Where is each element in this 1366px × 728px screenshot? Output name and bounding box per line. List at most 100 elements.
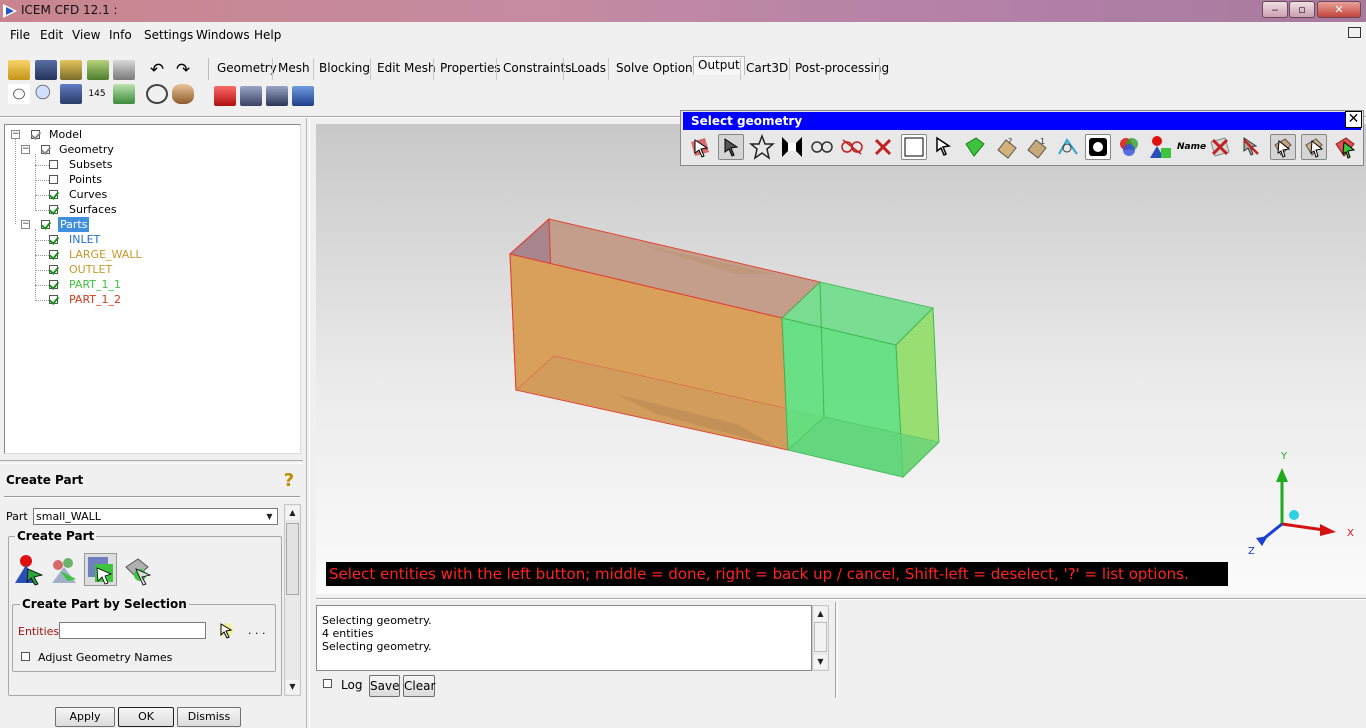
select-nothing-icon[interactable] <box>839 134 865 160</box>
select-by-part-icon[interactable] <box>1147 134 1173 160</box>
zoom-box-icon[interactable] <box>34 84 56 104</box>
select-surfaces-icon[interactable] <box>962 134 988 160</box>
select-curves-icon[interactable]: 1 <box>1024 134 1050 160</box>
select-all-icon[interactable] <box>779 134 805 160</box>
geometry-checkbox[interactable] <box>41 145 50 154</box>
wireframe-icon[interactable] <box>146 84 168 104</box>
panel-scrollbar[interactable]: ▲ ▼ <box>284 504 301 696</box>
message-console[interactable]: Selecting geometry. 4 entities Selecting… <box>316 605 812 671</box>
select-edges-icon[interactable] <box>1332 134 1358 160</box>
select-items-icon[interactable] <box>687 134 713 160</box>
surfaces-checkbox[interactable] <box>49 205 58 214</box>
ok-button[interactable]: OK <box>118 707 174 727</box>
scroll-down-icon[interactable]: ▼ <box>286 680 299 694</box>
tree-node-surfaces[interactable]: Surfaces <box>69 202 117 217</box>
polygon-select-icon[interactable] <box>931 134 957 160</box>
select-by-name-icon[interactable] <box>718 134 744 160</box>
chevron-down-icon[interactable]: ▼ <box>263 510 276 523</box>
measure-icon[interactable] <box>60 84 82 104</box>
curves-checkbox[interactable] <box>49 190 58 199</box>
collapse-model-icon[interactable]: − <box>11 130 20 139</box>
boundary-conditions-icon[interactable] <box>240 86 262 106</box>
select-entities-cursor-icon[interactable] <box>217 621 235 639</box>
apply-button[interactable]: Apply <box>55 707 115 727</box>
tree-node-subsets[interactable]: Subsets <box>69 157 112 172</box>
select-by-part-color-icon[interactable] <box>1116 134 1142 160</box>
tab-cart3d[interactable]: Cart3D <box>742 61 792 75</box>
tab-mesh[interactable]: Mesh <box>274 61 314 75</box>
tree-node-part-1-1[interactable]: PART_1_1 <box>69 277 121 292</box>
menu-settings[interactable]: Settings <box>144 28 193 42</box>
tree-node-points[interactable]: Points <box>69 172 102 187</box>
redo-icon[interactable]: ↷ <box>172 60 194 80</box>
box-select-icon[interactable] <box>901 134 927 160</box>
select-by-name-button[interactable]: Name <box>1177 134 1206 160</box>
cancel-selection-icon[interactable] <box>870 134 896 160</box>
subsets-checkbox[interactable] <box>49 160 58 169</box>
deselect-by-name-icon[interactable] <box>1238 134 1264 160</box>
select-geometry-title[interactable]: Select geometry <box>683 112 1361 130</box>
select-vertices-icon[interactable] <box>1301 134 1327 160</box>
tab-blocking[interactable]: Blocking <box>315 61 374 75</box>
save-icon[interactable] <box>35 60 57 80</box>
entities-more-button[interactable]: . . . <box>248 624 265 637</box>
tab-solve-options[interactable]: Solve Options <box>612 61 703 75</box>
tab-loads[interactable]: Loads <box>567 61 610 75</box>
select-geometry-close-button[interactable]: ✕ <box>1345 111 1362 128</box>
part-1-1-checkbox[interactable] <box>49 280 58 289</box>
help-icon[interactable]: ? <box>281 470 297 491</box>
outlet-checkbox[interactable] <box>49 265 58 274</box>
close-button[interactable]: ✕ <box>1317 1 1361 18</box>
scroll-thumb[interactable] <box>286 523 299 595</box>
solid-icon[interactable] <box>172 84 194 104</box>
model-checkbox[interactable] <box>31 130 40 139</box>
scroll-up-icon[interactable]: ▲ <box>814 607 827 621</box>
restore-icon[interactable] <box>1348 27 1361 38</box>
open-icon[interactable] <box>8 60 30 80</box>
tab-post-processing[interactable]: Post-processing <box>791 61 893 75</box>
console-splitter[interactable] <box>835 602 838 698</box>
entities-input[interactable] <box>59 622 206 639</box>
write-input-icon[interactable] <box>292 86 314 106</box>
open-geometry-icon[interactable] <box>60 60 82 80</box>
tab-properties[interactable]: Properties <box>436 61 505 75</box>
undo-icon[interactable]: ↶ <box>146 60 168 80</box>
scroll-thumb[interactable] <box>814 622 827 652</box>
distance-icon[interactable]: 145 <box>86 84 108 104</box>
select-geometry-toolbar[interactable]: Select geometry ✕ ? 1 Name <box>680 110 1364 166</box>
select-visible-icon[interactable] <box>809 134 835 160</box>
tree-node-geometry[interactable]: Geometry <box>59 142 114 157</box>
create-part-from-blocks-icon[interactable] <box>120 553 153 586</box>
log-checkbox[interactable] <box>323 679 332 688</box>
open-blocking-icon[interactable] <box>113 60 135 80</box>
solver-select-icon[interactable] <box>214 86 236 106</box>
part-1-2-checkbox[interactable] <box>49 295 58 304</box>
tree-node-model[interactable]: Model <box>49 127 82 142</box>
scroll-down-icon[interactable]: ▼ <box>814 655 827 669</box>
graphics-viewport[interactable] <box>316 124 1366 594</box>
fit-window-icon[interactable] <box>8 84 30 104</box>
deselect-items-icon[interactable] <box>1207 134 1233 160</box>
inlet-checkbox[interactable] <box>49 235 58 244</box>
open-mesh-icon[interactable] <box>87 60 109 80</box>
tree-node-outlet[interactable]: OUTLET <box>69 262 112 277</box>
menu-edit[interactable]: Edit <box>40 28 63 42</box>
menu-windows[interactable]: Windows <box>196 28 250 42</box>
refresh-icon[interactable] <box>113 84 135 104</box>
points-checkbox[interactable] <box>49 175 58 184</box>
large-wall-checkbox[interactable] <box>49 250 58 259</box>
tab-geometry[interactable]: Geometry <box>213 61 281 75</box>
vertical-splitter[interactable] <box>306 118 310 728</box>
clear-log-button[interactable]: Clear <box>403 675 435 697</box>
save-log-button[interactable]: Save <box>369 675 400 697</box>
tab-output[interactable]: Output <box>693 56 745 75</box>
tree-node-inlet[interactable]: INLET <box>69 232 100 247</box>
select-enclosed-icon[interactable] <box>1085 134 1111 160</box>
console-scrollbar[interactable]: ▲ ▼ <box>812 605 829 671</box>
select-by-angle-icon[interactable] <box>1055 134 1081 160</box>
geometry-model[interactable] <box>316 124 1366 594</box>
tree-node-large-wall[interactable]: LARGE_WALL <box>69 247 142 262</box>
tree-node-part-1-2[interactable]: PART_1_2 <box>69 292 121 307</box>
adjust-geometry-names-checkbox[interactable] <box>21 652 30 661</box>
dismiss-button[interactable]: Dismiss <box>177 707 241 727</box>
